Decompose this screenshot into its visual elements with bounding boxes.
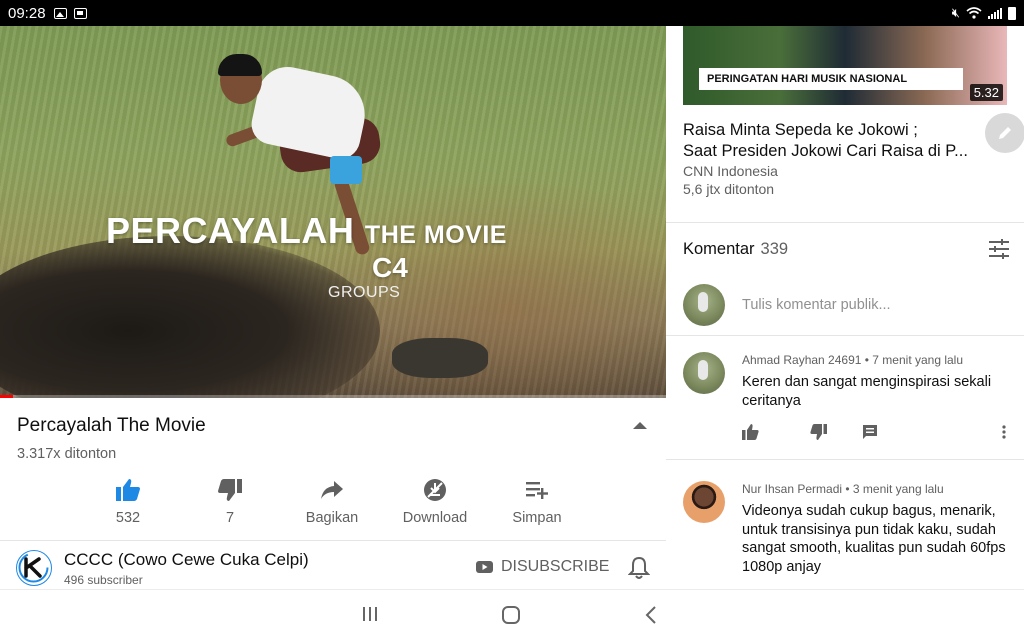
collapse-caret-icon[interactable] <box>633 422 647 429</box>
save-label: Simpan <box>512 510 562 526</box>
signal-icon <box>988 7 1002 19</box>
sort-filter-icon[interactable] <box>988 239 1010 264</box>
unsubscribe-button[interactable]: DISUBSCRIBE <box>476 558 609 576</box>
comment-meta: Ahmad Rayhan 24691 • 7 menit yang lalu <box>742 353 964 367</box>
divider <box>666 335 1024 336</box>
video-player[interactable]: PERCAYALAH THE MOVIE C4 GROUPS <box>0 26 666 398</box>
like-count: 532 <box>115 510 141 526</box>
video-overlay-title-sub: THE MOVIE <box>364 221 507 249</box>
comment-like-icon[interactable] <box>742 424 759 445</box>
save-button[interactable]: Simpan <box>492 476 582 526</box>
comment-time: 3 menit yang lalu <box>852 482 944 496</box>
navigation-bar <box>0 589 1024 640</box>
unsubscribe-label: DISUBSCRIBE <box>501 558 610 575</box>
dislike-count: 7 <box>225 510 235 526</box>
video-title[interactable]: Percayalah The Movie <box>17 415 206 437</box>
related-video-views: 5,6 jtx ditonton <box>683 181 775 197</box>
comment-input[interactable]: Tulis komentar publik... <box>742 297 891 313</box>
video-overlay-title-main: PERCAYALAH <box>106 210 355 251</box>
comments-count: 339 <box>760 240 789 258</box>
wifi-icon <box>966 7 982 19</box>
home-icon[interactable] <box>501 605 521 630</box>
dislike-button[interactable]: 7 <box>185 476 275 526</box>
related-video-title-line1: Raisa Minta Sepeda ke Jokowi ; <box>683 121 918 139</box>
action-bar: 532 7 Bagikan Download Simpan <box>0 476 666 536</box>
video-views: 3.317x ditonton <box>17 446 117 462</box>
recent-apps-icon[interactable] <box>361 605 379 628</box>
download-label: Download <box>402 510 468 526</box>
video-overlay-title: PERCAYALAH THE MOVIE <box>106 210 507 252</box>
playlist-add-icon <box>492 476 582 504</box>
thumb-up-icon <box>83 476 173 504</box>
share-button[interactable]: Bagikan <box>287 476 377 526</box>
related-video-banner: PERINGATAN HARI MUSIK NASIONAL <box>699 68 963 90</box>
notification-bell-icon[interactable] <box>627 556 651 585</box>
comment-avatar[interactable] <box>683 352 725 394</box>
download-icon <box>390 476 480 504</box>
status-time: 09:28 <box>8 4 46 22</box>
comment-text: Keren dan sangat menginspirasi sekali ce… <box>742 374 992 409</box>
related-video-title-line2: Saat Presiden Jokowi Cari Raisa di P... <box>683 142 968 160</box>
video-frame-sandals <box>392 338 488 378</box>
channel-name[interactable]: CCCC (Cowo Cewe Cuka Celpi) <box>64 550 309 570</box>
divider <box>666 222 1024 223</box>
comment-reply-icon[interactable] <box>862 424 878 445</box>
comment-author[interactable]: Nur Ihsan Permadi <box>742 482 842 496</box>
comments-header[interactable]: Komentar 339 <box>683 240 788 259</box>
comment-text: Videonya sudah cukup bagus, menarik, unt… <box>742 503 1006 575</box>
divider <box>666 459 1024 460</box>
download-button[interactable]: Download <box>390 476 480 526</box>
related-video-duration: 5.32 <box>969 84 1003 101</box>
related-video-title[interactable]: Raisa Minta Sepeda ke Jokowi ; Saat Pres… <box>683 120 983 162</box>
my-avatar <box>683 284 725 326</box>
share-arrow-icon <box>287 476 377 504</box>
comment-meta: Nur Ihsan Permadi • 3 menit yang lalu <box>742 482 944 496</box>
video-progress-bar[interactable] <box>0 395 666 398</box>
app-root: 09:28 🔇︎ PERCAYALAH THE MOVIE C4 GROUPS … <box>0 0 1024 640</box>
side-panel: PERINGATAN HARI MUSIK NASIONAL 5.32 Rais… <box>666 26 1024 589</box>
share-label: Bagikan <box>305 510 359 526</box>
comment-dislike-icon[interactable] <box>810 424 827 445</box>
comment-more-icon[interactable] <box>1002 424 1006 445</box>
thumb-down-icon <box>185 476 275 504</box>
comment-actions <box>742 424 1012 446</box>
related-video-channel: CNN Indonesia <box>683 163 778 179</box>
comments-title: Komentar <box>683 240 755 258</box>
comment-avatar[interactable] <box>683 481 725 523</box>
mute-icon: 🔇︎ <box>951 5 960 20</box>
video-progress-fill <box>0 395 14 398</box>
video-overlay-logo: C4 <box>372 252 408 283</box>
youtube-play-icon <box>476 561 493 573</box>
channel-avatar[interactable] <box>16 550 52 586</box>
battery-icon <box>1008 6 1016 20</box>
like-button[interactable]: 532 <box>83 476 173 526</box>
channel-row[interactable]: CCCC (Cowo Cewe Cuka Celpi) 496 subscrib… <box>0 540 666 590</box>
related-video-thumbnail[interactable]: PERINGATAN HARI MUSIK NASIONAL 5.32 <box>683 26 1007 105</box>
image-icon <box>53 7 67 19</box>
video-overlay-groups: GROUPS <box>328 284 401 301</box>
edit-pencil-icon[interactable] <box>985 113 1024 153</box>
channel-subscribers: 496 subscriber <box>64 573 143 587</box>
comment-time: 7 menit yang lalu <box>872 353 964 367</box>
back-icon[interactable] <box>644 605 658 630</box>
status-bar: 09:28 🔇︎ <box>0 0 1024 26</box>
video-frame-figure-blue <box>330 156 362 184</box>
comment-author[interactable]: Ahmad Rayhan 24691 <box>742 353 861 367</box>
gallery-icon <box>73 7 87 19</box>
status-icons: 🔇︎ <box>952 0 1016 26</box>
